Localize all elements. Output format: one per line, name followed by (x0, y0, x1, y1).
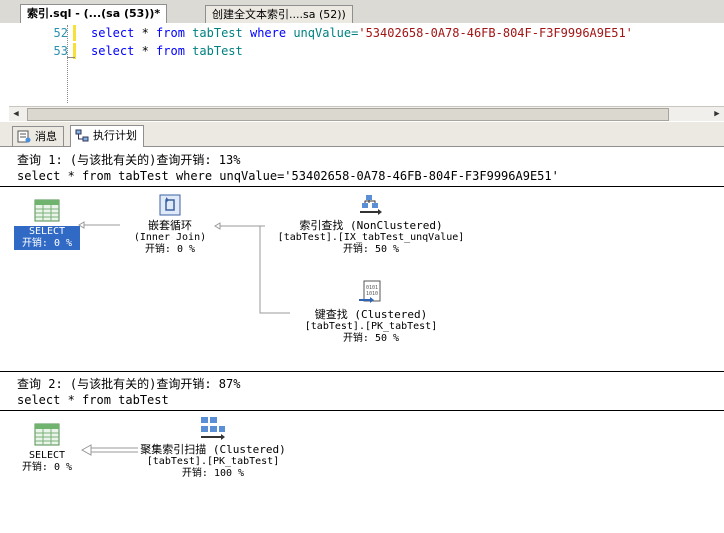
query-2-title: 查询 2: (与该批有关的)查询开销: 87% (17, 377, 241, 391)
key-lookup-icon: 0101 1010 (359, 280, 381, 303)
keyword: from (156, 26, 185, 40)
editor-horizontal-scrollbar[interactable]: ◀ ▶ (9, 106, 724, 121)
node-cost: 开销: 0 % (14, 238, 80, 250)
plan-node-nested-loops[interactable]: 嵌套循环 (Inner Join) 开销: 0 % (120, 193, 220, 256)
document-tab-bar: 索引.sql - (...(sa (53))* 创建全文本索引....sa (5… (0, 0, 724, 24)
divider (0, 410, 724, 411)
tab-label: 消息 (35, 130, 57, 143)
code-text: tabTest (184, 44, 243, 58)
node-cost: 开销: 50 % (342, 333, 400, 344)
code-text: * (134, 26, 157, 40)
node-cost: 开销: 0 % (144, 244, 196, 255)
clustered-index-scan-icon (201, 417, 225, 440)
tab-messages[interactable]: 消息 (12, 126, 64, 146)
tab-label: 索引.sql - (...(sa (53))* (27, 7, 161, 20)
node-object: [tabTest].[IX_tabTest_unqValue] (277, 232, 465, 243)
divider (0, 371, 724, 372)
node-label: SELECT (14, 226, 80, 238)
messages-icon (17, 130, 31, 143)
line-number: 52 (53, 26, 68, 40)
line-number: 53 (53, 44, 68, 58)
tab-label: 创建全文本索引....sa (52)) (212, 8, 346, 21)
plan-node-select-2[interactable]: SELECT 开销: 0 % (14, 423, 80, 474)
tab-fulltext-index[interactable]: 创建全文本索引....sa (52)) (205, 5, 353, 23)
node-name: 嵌套循环 (148, 219, 192, 232)
node-name: 键查找 (Clustered) (314, 308, 428, 321)
node-name: 聚集索引扫描 (Clustered) (140, 443, 286, 456)
code-text: unqValue= (286, 26, 359, 40)
string-literal: '53402658-0A78-46FB-804F-F3F9996A9E51' (358, 26, 633, 40)
tab-label: 执行计划 (93, 129, 137, 142)
node-cost: 开销: 0 % (21, 462, 73, 473)
execution-plan-icon (75, 129, 89, 142)
scroll-thumb[interactable] (27, 108, 669, 121)
code-line-52[interactable]: select * from tabTest where unqValue='53… (91, 26, 633, 40)
node-name: 索引查找 (NonClustered) (299, 219, 443, 232)
node-object: [tabTest].[PK_tabTest] (146, 456, 280, 467)
change-marker (73, 25, 76, 41)
keyword: select (91, 26, 135, 40)
outline-end (67, 57, 75, 58)
execution-plan-panel: 查询 1: (与该批有关的)查询开销: 13% select * from ta… (0, 147, 724, 533)
keyword: from (156, 44, 185, 58)
code-line-53[interactable]: select * from tabTest (91, 44, 243, 58)
node-cost: 开销: 50 % (342, 244, 400, 255)
select-icon (34, 199, 60, 222)
code-text: * (134, 44, 157, 58)
plan-node-key-lookup[interactable]: 0101 1010 键查找 (Clustered) [tabTest].[PK_… (296, 280, 446, 345)
tab-query-sql[interactable]: 索引.sql - (...(sa (53))* (20, 4, 168, 24)
select-icon (34, 423, 60, 446)
code-text: tabTest (184, 26, 250, 40)
node-label: SELECT (28, 450, 66, 461)
query-2-sql: select * from tabTest (17, 393, 169, 407)
svg-text:1010: 1010 (366, 291, 378, 297)
scroll-right-icon[interactable]: ▶ (710, 107, 724, 121)
node-cost: 开销: 100 % (181, 468, 245, 479)
keyword: select (91, 44, 135, 58)
plan-node-index-seek[interactable]: 索引查找 (NonClustered) [tabTest].[IX_tabTes… (266, 193, 476, 256)
keyword: where (249, 26, 287, 40)
node-object: [tabTest].[PK_tabTest] (304, 321, 438, 332)
plan-node-select-1[interactable]: SELECT 开销: 0 % (14, 199, 80, 250)
query-editor[interactable]: 52 select * from tabTest where unqValue=… (0, 23, 724, 105)
scroll-left-icon[interactable]: ◀ (9, 107, 23, 121)
tab-execution-plan[interactable]: 执行计划 (70, 125, 144, 147)
nested-loops-icon (159, 194, 181, 216)
node-sub: (Inner Join) (133, 232, 207, 243)
index-seek-icon (360, 195, 382, 215)
plan-node-clustered-index-scan[interactable]: 聚集索引扫描 (Clustered) [tabTest].[PK_tabTest… (136, 415, 290, 480)
results-tab-bar: 消息 执行计划 (0, 122, 724, 147)
